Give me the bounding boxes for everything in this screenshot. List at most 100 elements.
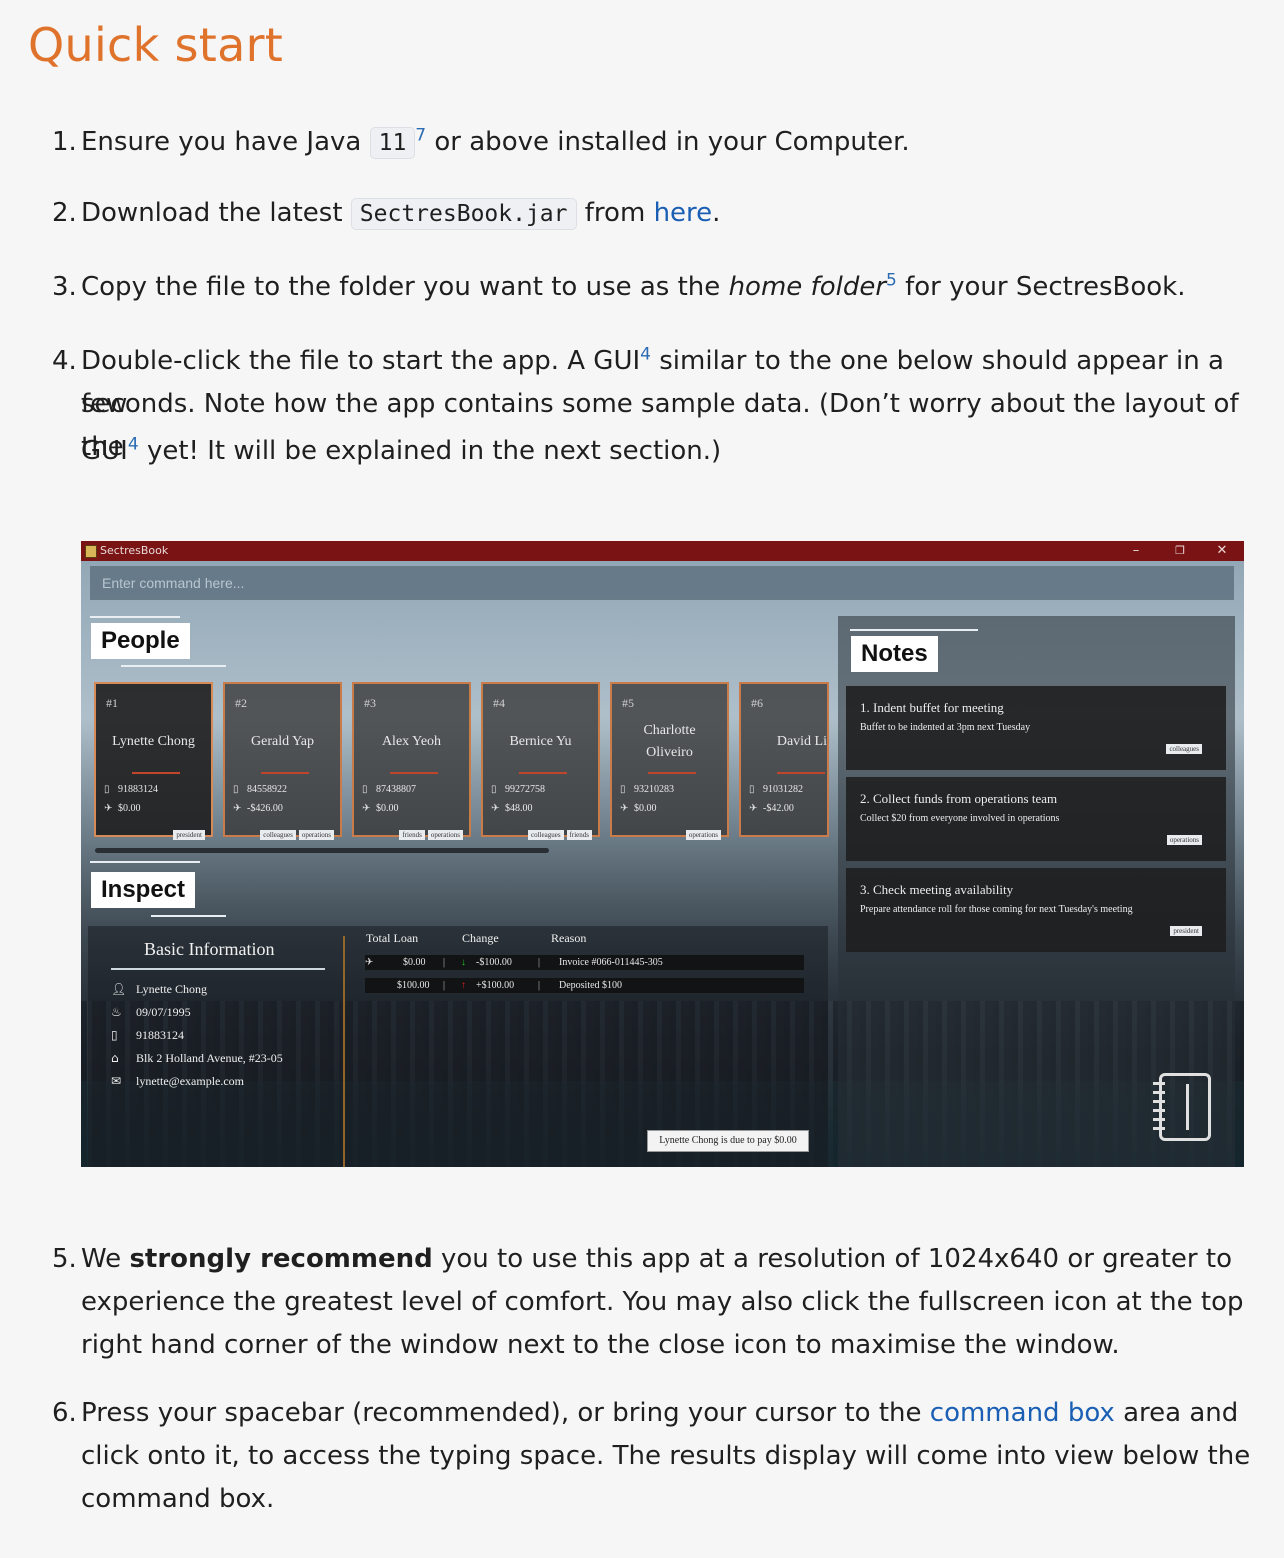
person-card[interactable]: #1 Lynette Chong ▯ 91883124 ✈ $0.00 president (94, 682, 213, 840)
notes-label: Notes (851, 636, 938, 672)
info-name: 👤︎ Lynette Chong (111, 982, 207, 996)
cake-icon: ♨ (111, 1005, 122, 1019)
close-icon[interactable]: ✕ (1210, 541, 1234, 561)
step-text: or above installed in your Computer. (426, 127, 910, 157)
divider (850, 629, 978, 631)
emphasis-text: strongly recommend (129, 1244, 433, 1274)
note-card[interactable]: 1. Indent buffet for meeting Buffet to b… (846, 686, 1226, 770)
step-text: for your SectresBook. (896, 272, 1186, 302)
step-text: experience the greatest level of comfort… (81, 1287, 1244, 1317)
note-title: 1. Indent buffet for meeting (860, 700, 1004, 715)
jar-file-code: SectresBook.jar (350, 198, 577, 230)
notebook-icon[interactable] (1153, 1073, 1211, 1141)
person-index: #2 (235, 696, 247, 710)
plane-icon: ✈ (491, 803, 500, 814)
person-card[interactable]: #2 Gerald Yap ▯ 84558922 ✈ -$426.00 colleagues… (223, 682, 342, 840)
step-2: 2. Download the latest SectresBook.jar f… (52, 192, 1252, 236)
note-card[interactable]: 3. Check meeting availability Prepare at… (846, 868, 1226, 952)
plane-icon: ✈ (104, 803, 113, 814)
command-box-link[interactable]: command box (930, 1398, 1115, 1428)
loan-row[interactable]: ✈ $0.00 | ↓ -$100.00 | Invoice #066-0114… (365, 955, 804, 970)
person-amount: ✈ -$42.00 (749, 803, 794, 814)
footnote-ref[interactable]: 4 (640, 344, 651, 364)
person-name: Lynette Chong (112, 734, 195, 749)
note-tag: operations (1166, 835, 1202, 845)
footnote-ref[interactable]: 5 (886, 270, 897, 290)
footnote-ref[interactable]: 4 (128, 434, 139, 454)
divider (90, 616, 180, 618)
step-text: seconds. Note how the app contains some … (81, 389, 1239, 462)
home-icon: ⌂ (111, 1051, 119, 1065)
step-text: yet! It will be explained in the next se… (138, 436, 722, 466)
person-icon: 👤︎ (111, 982, 127, 996)
person-tag: operations (685, 830, 721, 840)
person-amount: ✈ $0.00 (620, 803, 657, 814)
person-tag: operations (427, 830, 463, 840)
phone-icon: ▯ (111, 1028, 118, 1042)
step-text: Ensure you have Java (81, 127, 370, 157)
home-folder-term: home folder (728, 272, 887, 302)
step-text: you to use this app at a resolution of 1… (432, 1244, 1232, 1274)
person-card[interactable]: #5 Charlotte Oliveiro ▯ 93210283 ✈ $0.00 operat… (610, 682, 729, 840)
person-tag: operations (298, 830, 334, 840)
phone-icon: ▯ (104, 784, 110, 795)
plane-icon: ✈ (233, 803, 242, 814)
person-amount: ✈ $48.00 (491, 803, 533, 814)
divider (519, 772, 567, 774)
person-amount: ✈ -$426.00 (233, 803, 283, 814)
phone-icon: ▯ (233, 784, 239, 795)
step-text: Double-click the file to start the app. … (81, 346, 641, 376)
plane-icon: ✈ (362, 803, 371, 814)
person-name: Charlotte (643, 723, 696, 738)
note-card[interactable]: 2. Collect funds from operations team Co… (846, 777, 1226, 861)
note-title: 2. Collect funds from operations team (860, 791, 1058, 806)
info-phone: ▯ 91883124 (111, 1028, 184, 1042)
info-address: ⌂ Blk 2 Holland Avenue, #23-05 (111, 1051, 283, 1065)
person-name: David Li (776, 734, 827, 749)
person-phone: ▯ 84558922 (233, 784, 287, 795)
divider (111, 968, 325, 970)
person-amount: ✈ $0.00 (362, 803, 399, 814)
step-number: 4. (52, 346, 77, 376)
page-title: Quick start (28, 18, 284, 72)
plane-icon: ✈ (749, 803, 758, 814)
person-card[interactable]: #6 David Li ▯ 91031282 ✈ -$42.00 (739, 682, 829, 837)
loan-row[interactable]: $100.00 | ↑ +$100.00 | Deposited $100 (365, 978, 804, 993)
window-title: SectresBook (100, 544, 169, 557)
person-card[interactable]: #4 Bernice Yu ▯ 99272758 ✈ $48.00 colleagues fr… (481, 682, 600, 840)
person-phone: ▯ 91883124 (104, 784, 158, 795)
command-input[interactable]: Enter command here... (90, 566, 1234, 600)
status-message: Lynette Chong is due to pay $0.00 (647, 1130, 809, 1152)
step-text: click onto it, to access the typing spac… (81, 1441, 1251, 1471)
people-label: People (91, 623, 190, 659)
note-description: Buffet to be indented at 3pm next Tuesda… (860, 722, 1031, 733)
note-tag: president (1170, 926, 1202, 936)
step-6: 6. Press your spacebar (recommended), or… (52, 1392, 1252, 1521)
step-text: from (576, 198, 654, 228)
step-4: 4. Double-click the file to start the ap… (52, 340, 1252, 473)
restore-icon[interactable]: ❐ (1168, 541, 1192, 561)
info-birthday: ♨ 09/07/1995 (111, 1005, 191, 1019)
step-text: Copy the file to the folder you want to … (81, 272, 729, 302)
note-title: 3. Check meeting availability (860, 882, 1014, 897)
col-change: Change (462, 931, 499, 945)
phone-icon: ▯ (491, 784, 497, 795)
step-5: 5. We strongly recommend you to use this… (52, 1238, 1252, 1367)
person-index: #3 (364, 696, 376, 710)
footnote-ref[interactable]: 7 (415, 125, 426, 145)
person-card[interactable]: #3 Alex Yeoh ▯ 87438807 ✈ $0.00 friends operati… (352, 682, 471, 840)
person-phone: ▯ 99272758 (491, 784, 545, 795)
person-tag: friends (399, 830, 425, 840)
window-titlebar: SectresBook – ❐ ✕ (81, 541, 1244, 561)
col-reason: Reason (551, 931, 587, 945)
download-link[interactable]: here (654, 198, 713, 228)
divider (343, 936, 345, 1167)
person-list-scrollbar[interactable] (95, 848, 549, 853)
minimize-icon[interactable]: – (1124, 541, 1148, 561)
person-index: #1 (106, 696, 118, 710)
divider (132, 772, 180, 774)
arrow-down-icon: ↓ (461, 957, 466, 968)
col-total-loan: Total Loan (366, 931, 419, 945)
step-text: area and (1114, 1398, 1239, 1428)
step-number: 3. (52, 272, 77, 302)
